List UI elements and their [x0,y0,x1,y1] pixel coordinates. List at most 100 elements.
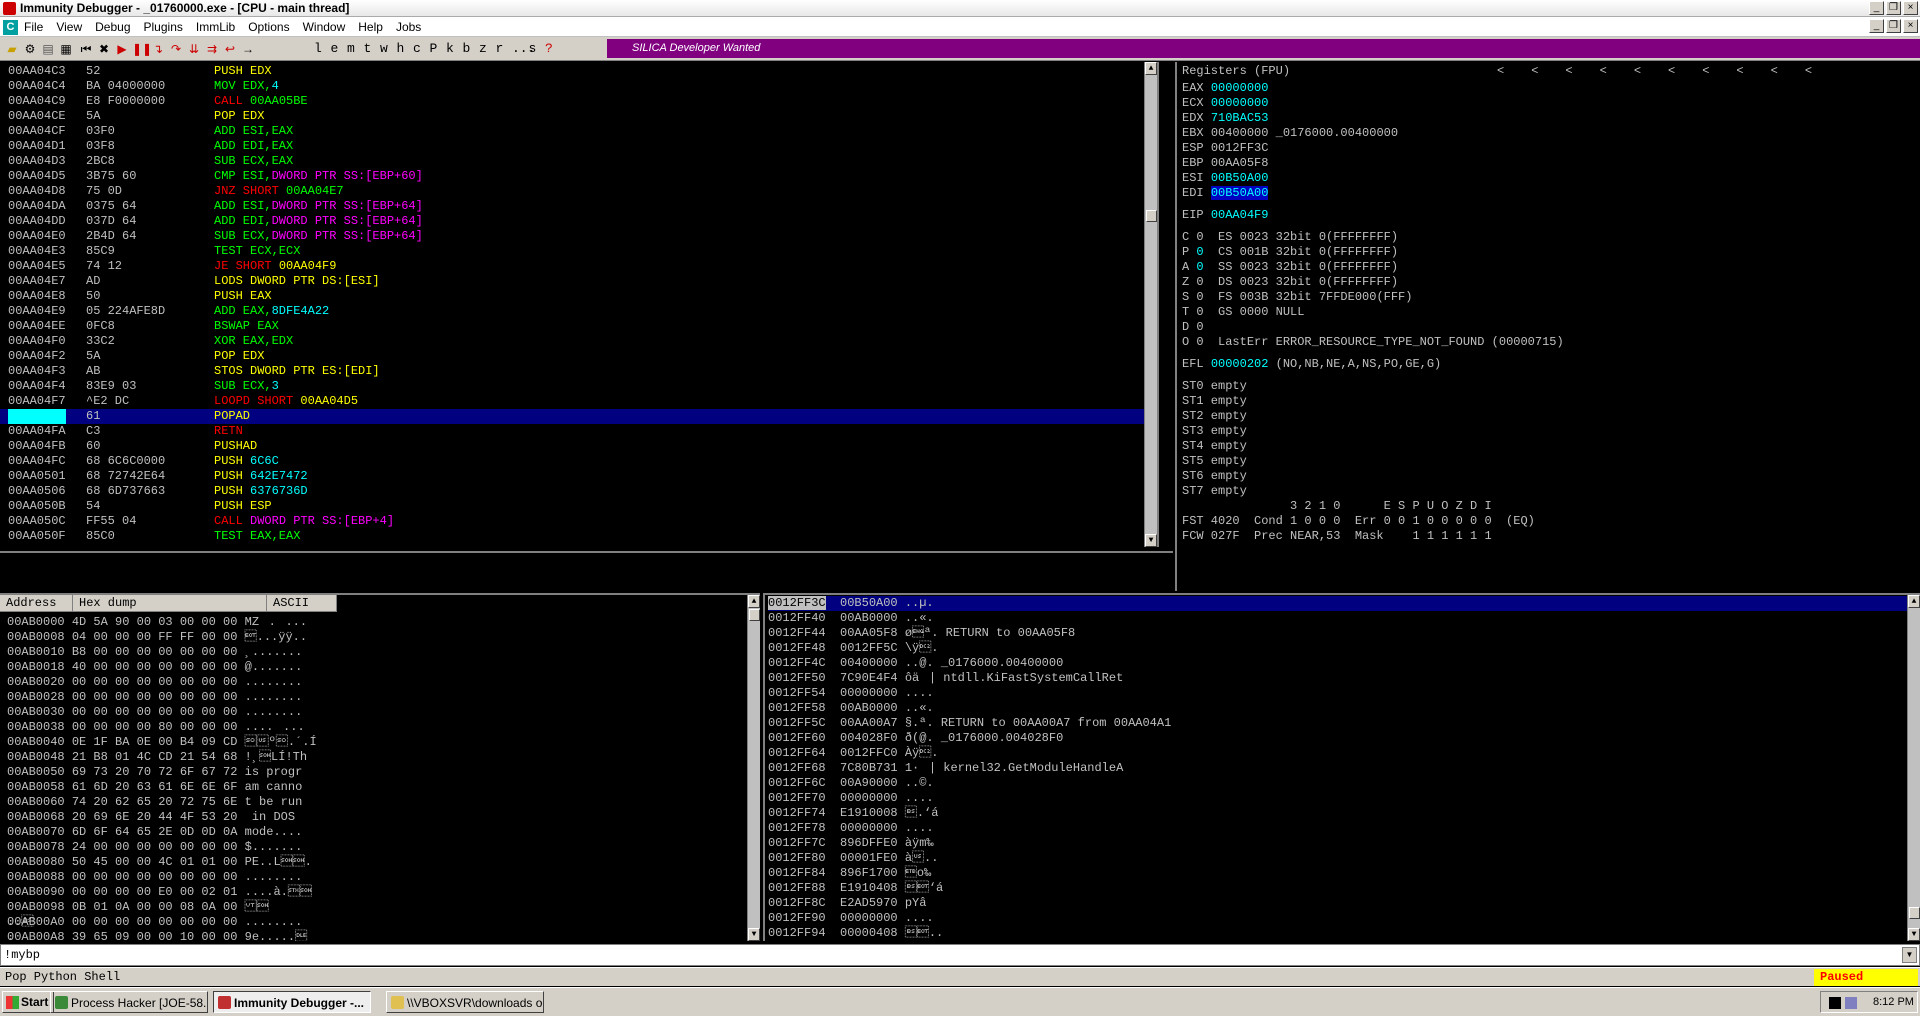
hex-row[interactable]: 00AB00A8 39 65 09 00 00 10 00 00 9e.....… [7,930,307,941]
disasm-row[interactable]: 00AA04DD 037D 64 ADD EDI,DWORD PTR SS:[EBP… [0,214,1157,229]
register-line[interactable]: ST6 empty [1182,469,1247,484]
disasm-row[interactable]: 00AA04E3 85C9 TEST ECX,ECX [0,244,1157,259]
disasm-row[interactable]: 00AA04F0 33C2 XOR EAX,EDX [0,334,1157,349]
hex-row[interactable]: 00AB0058 61 6D 20 63 61 6E 6E 6F am cann… [7,780,302,795]
save-icon[interactable]: ▤ [40,41,56,57]
stack-row[interactable]: 0012FF4C 00400000 ..@. _0176000.00400000 [768,656,1908,671]
hex-row[interactable]: 00AB0068 20 69 6E 20 44 4F 53 20 in DOS [7,810,302,825]
scroll-down-icon[interactable]: ▼ [748,928,760,941]
menu-item-jobs[interactable]: Jobs [396,20,421,34]
stack-scrollbar[interactable]: ▲ ▼ [1907,595,1920,941]
register-line[interactable]: ESI 00B50A00 [1182,171,1268,186]
toolbar-letter-9[interactable]: b [463,41,471,56]
register-value[interactable]: 00000000 [1211,81,1269,95]
minimize-button[interactable]: _ [1869,1,1884,15]
disassembly-scrollbar[interactable]: ▲ ▼ [1144,62,1157,547]
toolbar-letter-2[interactable]: m [347,41,355,56]
disasm-row[interactable]: 00AA04D8 75 0D JNZ SHORT 00AA04E7 [0,184,1157,199]
execute-till-return-icon[interactable]: ↩ [222,41,238,57]
disasm-row[interactable]: 00AA04E5 74 12 JE SHORT 00AA04F9 [0,259,1157,274]
stack-row[interactable]: 0012FF8C E2AD5970 pY­â [768,896,1908,911]
trace-over-icon[interactable]: ⇉ [204,41,220,57]
toolbar-letter-11[interactable]: r [496,41,504,56]
toolbar-letter-0[interactable]: l [314,41,322,56]
register-nav-arrow[interactable]: < [1600,64,1607,79]
stack-row[interactable]: 0012FF90 00000000 .... [768,911,1908,926]
open-icon[interactable]: ▰ [4,41,20,57]
task-immunity-debugger[interactable]: Immunity Debugger -... [213,991,371,1013]
disasm-row[interactable]: 00AA050B 54 PUSH ESP [0,499,1157,514]
menu-item-window[interactable]: Window [303,20,346,34]
silica-banner[interactable]: SILICA Developer Wanted [607,39,1920,58]
register-line[interactable]: FST 4020 Cond 1 0 0 0 Err 0 0 1 0 0 0 0 … [1182,514,1535,529]
stack-row[interactable]: 0012FF74 E1910008 .‘á [768,806,1908,821]
register-value[interactable]: 00B50A00 [1210,186,1269,200]
stack-row[interactable]: 0012FF68 7C80B731 1·| kernel32.GetModul… [768,761,1908,776]
disasm-row[interactable]: 00AA04C9 E8 F0000000 CALL 00AA05BE [0,94,1157,109]
hex-row[interactable]: 00AB0050 69 73 20 70 72 6F 67 72 is prog… [7,765,302,780]
register-line[interactable]: A 0 SS 0023 32bit 0(FFFFFFFF) [1182,260,1398,275]
register-line[interactable]: EBP 00AA05F8 [1182,156,1268,171]
disassembly-pane[interactable]: 00AA04C3 52 PUSH EDX 00AA04C4 BA 04000000 MOV… [0,62,1159,547]
stack-row[interactable]: 0012FF5C 00AA00A7 §.ª. RETURN to 00AA00A… [768,716,1908,731]
disasm-row[interactable]: 00AA050C FF55 04 CALL DWORD PTR SS:[EBP+4] [0,514,1157,529]
disasm-row[interactable]: 00AA0501 68 72742E64 PUSH 642E7472 [0,469,1157,484]
scroll-thumb[interactable] [1146,210,1157,222]
register-value[interactable]: 00B50A00 [1211,171,1269,185]
register-nav-arrow[interactable]: < [1565,64,1572,79]
scroll-up-icon[interactable]: ▲ [748,595,760,608]
register-nav-arrow[interactable]: < [1634,64,1641,79]
register-line[interactable]: ST2 empty [1182,409,1247,424]
hex-row[interactable]: 00AB0090 00 00 00 00 E0 00 02 01 ....à.… [7,885,312,900]
register-line[interactable]: ST4 empty [1182,439,1247,454]
register-line[interactable]: EDI 00B50A00 [1182,186,1269,201]
stack-row[interactable]: 0012FF70 00000000 .... [768,791,1908,806]
stack-row[interactable]: 0012FF3C 00B50A00 ..µ. [768,596,1908,611]
hex-row[interactable]: 00AB0020 00 00 00 00 00 00 00 00 .......… [7,675,302,690]
command-bar[interactable]: !mybp ▼ [0,944,1920,966]
run-icon[interactable]: ▶ [114,41,130,57]
disasm-row[interactable]: 00AA04D1 03F8 ADD EDI,EAX [0,139,1157,154]
disasm-row[interactable]: 00AA0506 68 6D737663 PUSH 6376736D [0,484,1157,499]
hex-header-hexdump[interactable]: Hex dump [73,595,267,612]
hex-row[interactable]: 00AB0008 04 00 00 00 FF FF 00 00 ...ÿÿ.… [7,630,307,645]
disasm-row[interactable]: 00AA04F4 83E9 03 SUB ECX,3 [0,379,1157,394]
disasm-row[interactable]: 00AA04C3 52 PUSH EDX [0,64,1157,79]
disasm-row[interactable]: 00AA04F2 5A POP EDX [0,349,1157,364]
stack-row[interactable]: 0012FF54 00000000 .... [768,686,1908,701]
toolbar-letter-10[interactable]: z [479,41,487,56]
stack-row[interactable]: 0012FF78 00000000 .... [768,821,1908,836]
flag-value[interactable]: 0 [1196,290,1203,304]
hex-row[interactable]: 00AB0000 4D 5A 90 00 03 00 00 00 MZ...… [7,615,307,630]
disasm-row[interactable]: 00AA04DA 0375 64 ADD ESI,DWORD PTR SS:[EBP… [0,199,1157,214]
hex-row[interactable]: 00AB0048 21 B8 01 4C CD 21 54 68 !¸LÍ!T… [7,750,307,765]
disasm-row[interactable]: 00AA04F7 ^E2 DC LOOPD SHORT 00AA04D5 [0,394,1157,409]
register-line[interactable]: Z 0 DS 0023 32bit 0(FFFFFFFF) [1182,275,1398,290]
hex-row[interactable]: 00AB0080 50 45 00 00 4C 01 01 00 PE..L… [7,855,312,870]
go-to-icon[interactable]: → [240,41,256,57]
flag-value[interactable]: 0 [1196,275,1203,289]
flag-value[interactable]: 0 [1196,335,1203,349]
registers-pane[interactable]: Registers (FPU) < < < < < < < < < < EAX 00000000 E… [1175,62,1920,591]
register-line[interactable]: T 0 GS 0000 NULL [1182,305,1304,320]
child-close-button[interactable]: × [1903,19,1918,33]
register-nav-arrow[interactable]: < [1771,64,1778,79]
pause-icon[interactable]: ❚❚ [132,41,152,57]
register-value[interactable]: 00000000 [1211,96,1269,110]
hex-row[interactable]: 00AB0040 0E 1F BA 0E 00 B4 09 CD  º.´.… [7,735,317,750]
start-button[interactable]: Start [2,991,54,1013]
register-line[interactable]: ST3 empty [1182,424,1247,439]
register-value[interactable]: 00000202 [1211,357,1269,371]
stack-row[interactable]: 0012FF44 00AA05F8 øª. RETURN to 00AA05F… [768,626,1908,641]
hex-row[interactable]: 00AB0010 B8 00 00 00 00 00 00 00 ¸......… [7,645,302,660]
register-value[interactable]: 00400000 [1211,126,1269,140]
register-line[interactable]: ST0 empty [1182,379,1247,394]
child-restore-button[interactable]: ❐ [1886,19,1901,33]
disasm-row[interactable]: 00AA04F3 AB STOS DWORD PTR ES:[EDI] [0,364,1157,379]
register-line[interactable]: ECX 00000000 [1182,96,1268,111]
toolbar-letter-6[interactable]: c [413,41,421,56]
menu-item-help[interactable]: Help [358,20,383,34]
disasm-row[interactable]: 00AA04FB 60 PUSHAD [0,439,1157,454]
hex-row[interactable]: 00AB0028 00 00 00 00 00 00 00 00 .......… [7,690,302,705]
restart-icon[interactable]: ⏮ [78,41,94,57]
